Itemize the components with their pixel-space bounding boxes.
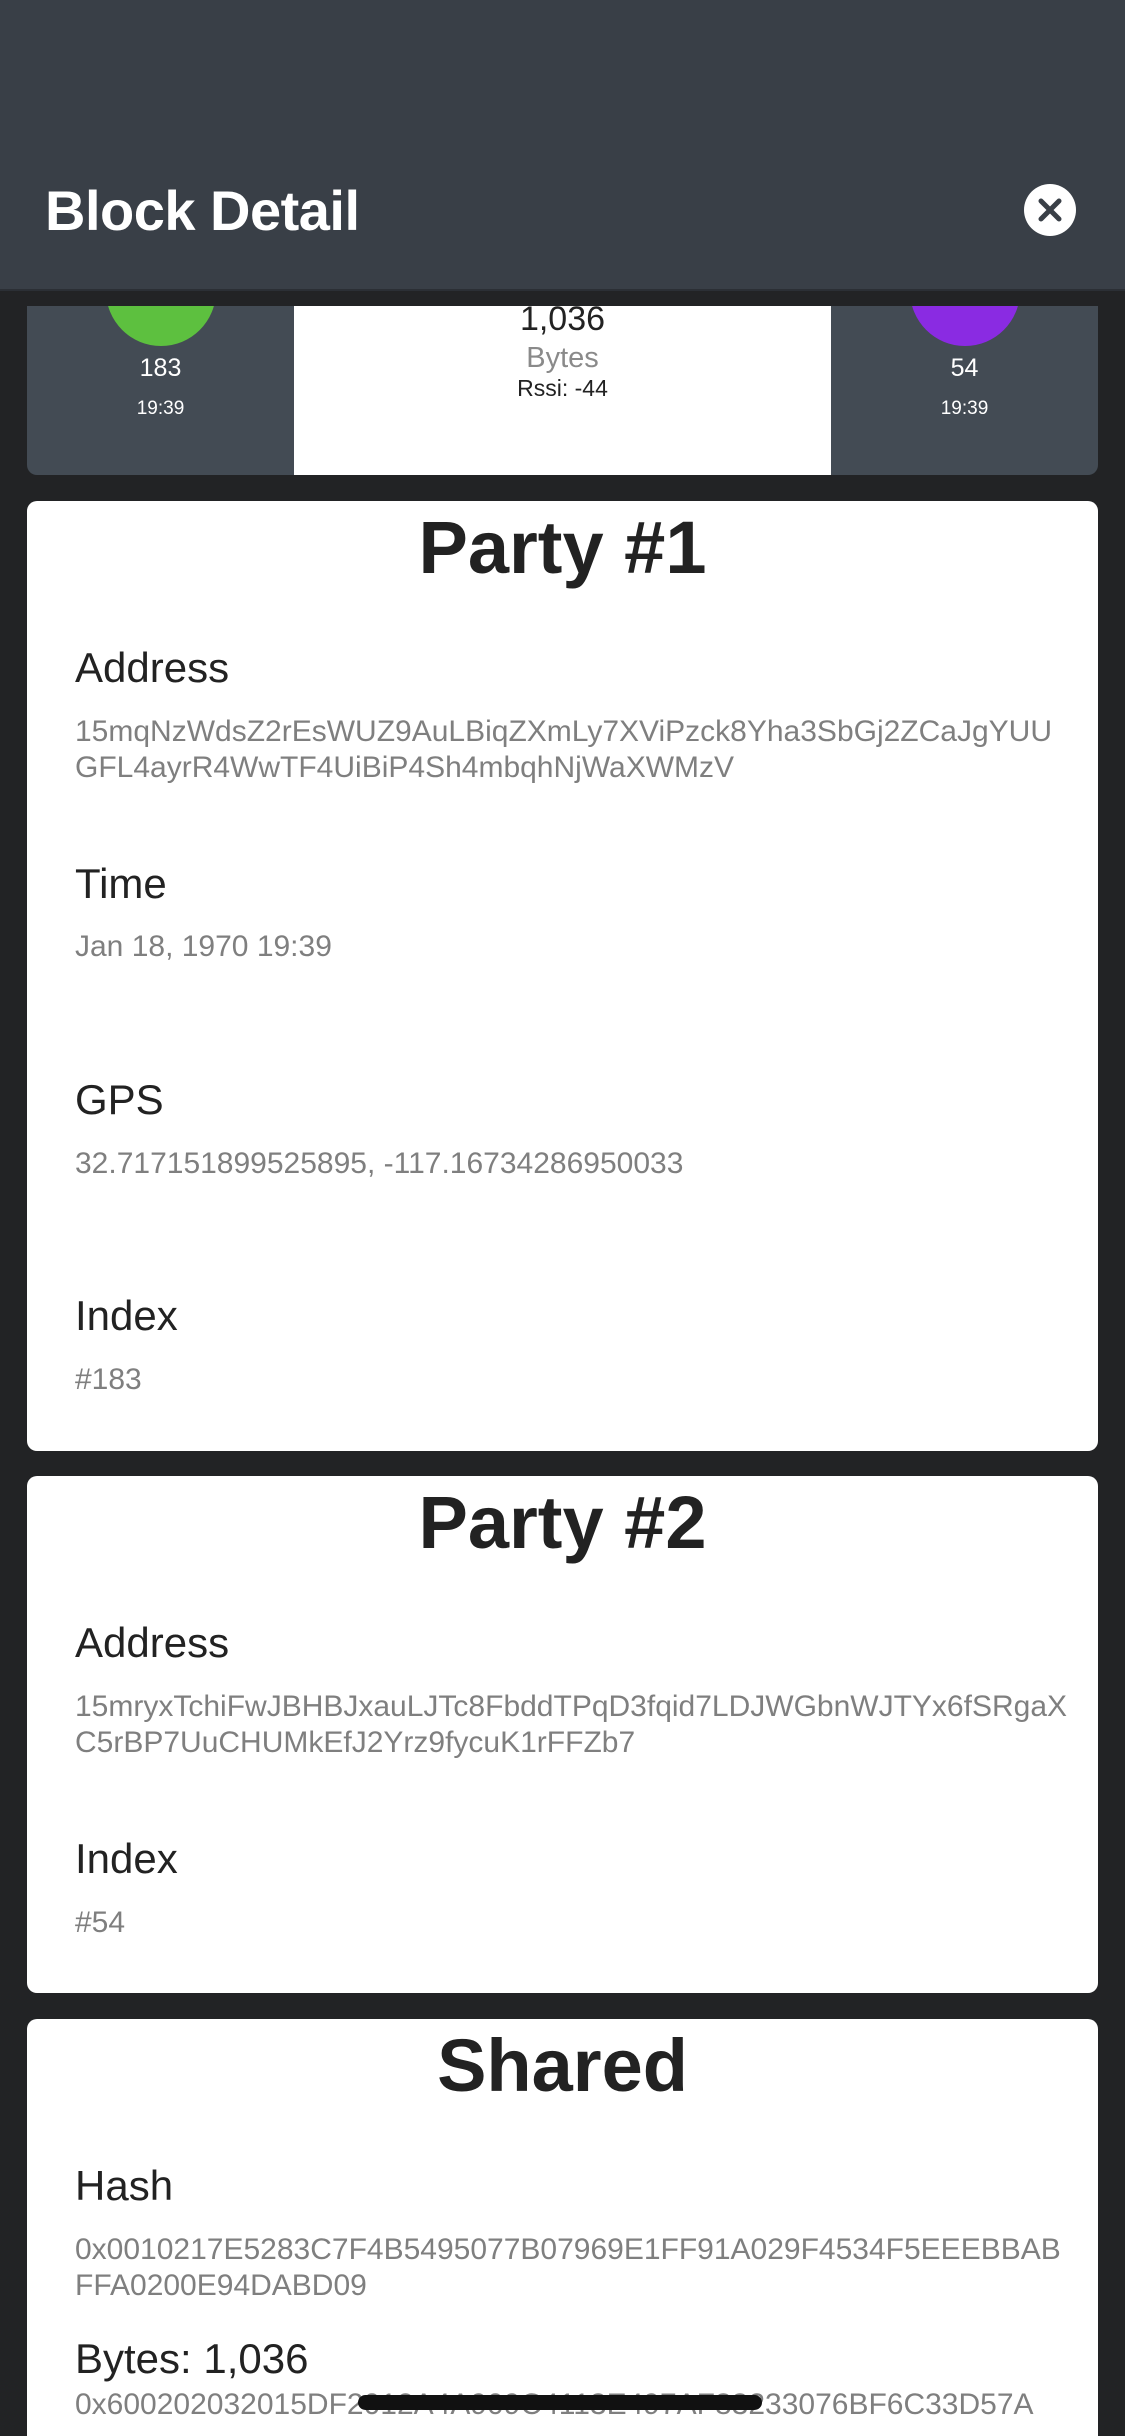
bytes-count: 1,036 <box>519 306 606 338</box>
shared-hash-value: 0x0010217E5283C7F4B5495077B07969E1FF91A0… <box>75 2233 1061 2302</box>
party1-avatar <box>105 306 216 346</box>
party2-avatar <box>909 306 1020 346</box>
bytes-unit: Bytes <box>526 342 599 374</box>
party1-number: 183 <box>139 354 182 382</box>
block-summary: 183 19:39 1,036 Bytes Rssi: -44 54 19:39 <box>27 306 1098 475</box>
shared-card: Shared Hash 0x0010217E5283C7F4B5495077B0… <box>27 2019 1098 2436</box>
shared-bytes-label: Bytes: 1,036 <box>75 2335 309 2382</box>
home-indicator[interactable] <box>358 2395 762 2410</box>
shared-title: Shared <box>437 2024 688 2107</box>
party2-time: 19:39 <box>940 398 989 419</box>
party1-summary[interactable]: 183 19:39 <box>27 306 294 475</box>
transfer-summary: 1,036 Bytes Rssi: -44 <box>294 306 831 475</box>
party2-address-value: 15mryxTchiFwJBHBJxauLJTc8FbddTPqD3fqid7L… <box>75 1690 1068 1759</box>
party2-index-label: Index <box>75 1835 178 1882</box>
party1-time-value: Jan 18, 1970 19:39 <box>75 930 332 963</box>
party1-title: Party #1 <box>418 506 707 589</box>
close-icon <box>1038 198 1062 222</box>
rssi-value: Rssi: -44 <box>517 375 608 401</box>
party1-address-label: Address <box>75 644 230 691</box>
party1-index-value: #183 <box>75 1363 142 1396</box>
party1-address-value: 15mqNzWdsZ2rEsWUZ9AuLBiqZXmLy7XViPzck8Yh… <box>75 715 1053 784</box>
party1-gps-label: GPS <box>75 1076 164 1123</box>
close-button[interactable] <box>1024 184 1076 236</box>
party1-gps-value: 32.717151899525895, -117.16734286950033 <box>75 1147 684 1180</box>
party1-time: 19:39 <box>136 398 185 419</box>
party1-card: Party #1 Address 15mqNzWdsZ2rEsWUZ9AuLBi… <box>27 501 1098 1451</box>
party2-summary[interactable]: 54 19:39 <box>831 306 1098 475</box>
shared-hash-label: Hash <box>75 2162 174 2209</box>
party1-time-label: Time <box>75 860 167 907</box>
party2-card: Party #2 Address 15mryxTchiFwJBHBJxauLJT… <box>27 1476 1098 1993</box>
party1-index-label: Index <box>75 1292 178 1339</box>
block-detail-screen: Block Detail 183 19:39 1,036 Bytes Rssi:… <box>0 0 1125 2436</box>
header: Block Detail <box>0 0 1125 291</box>
page-title: Block Detail <box>45 179 360 242</box>
party2-title: Party #2 <box>418 1481 707 1564</box>
party2-number: 54 <box>950 354 979 382</box>
party2-index-value: #54 <box>75 1906 126 1939</box>
party2-address-label: Address <box>75 1619 230 1666</box>
